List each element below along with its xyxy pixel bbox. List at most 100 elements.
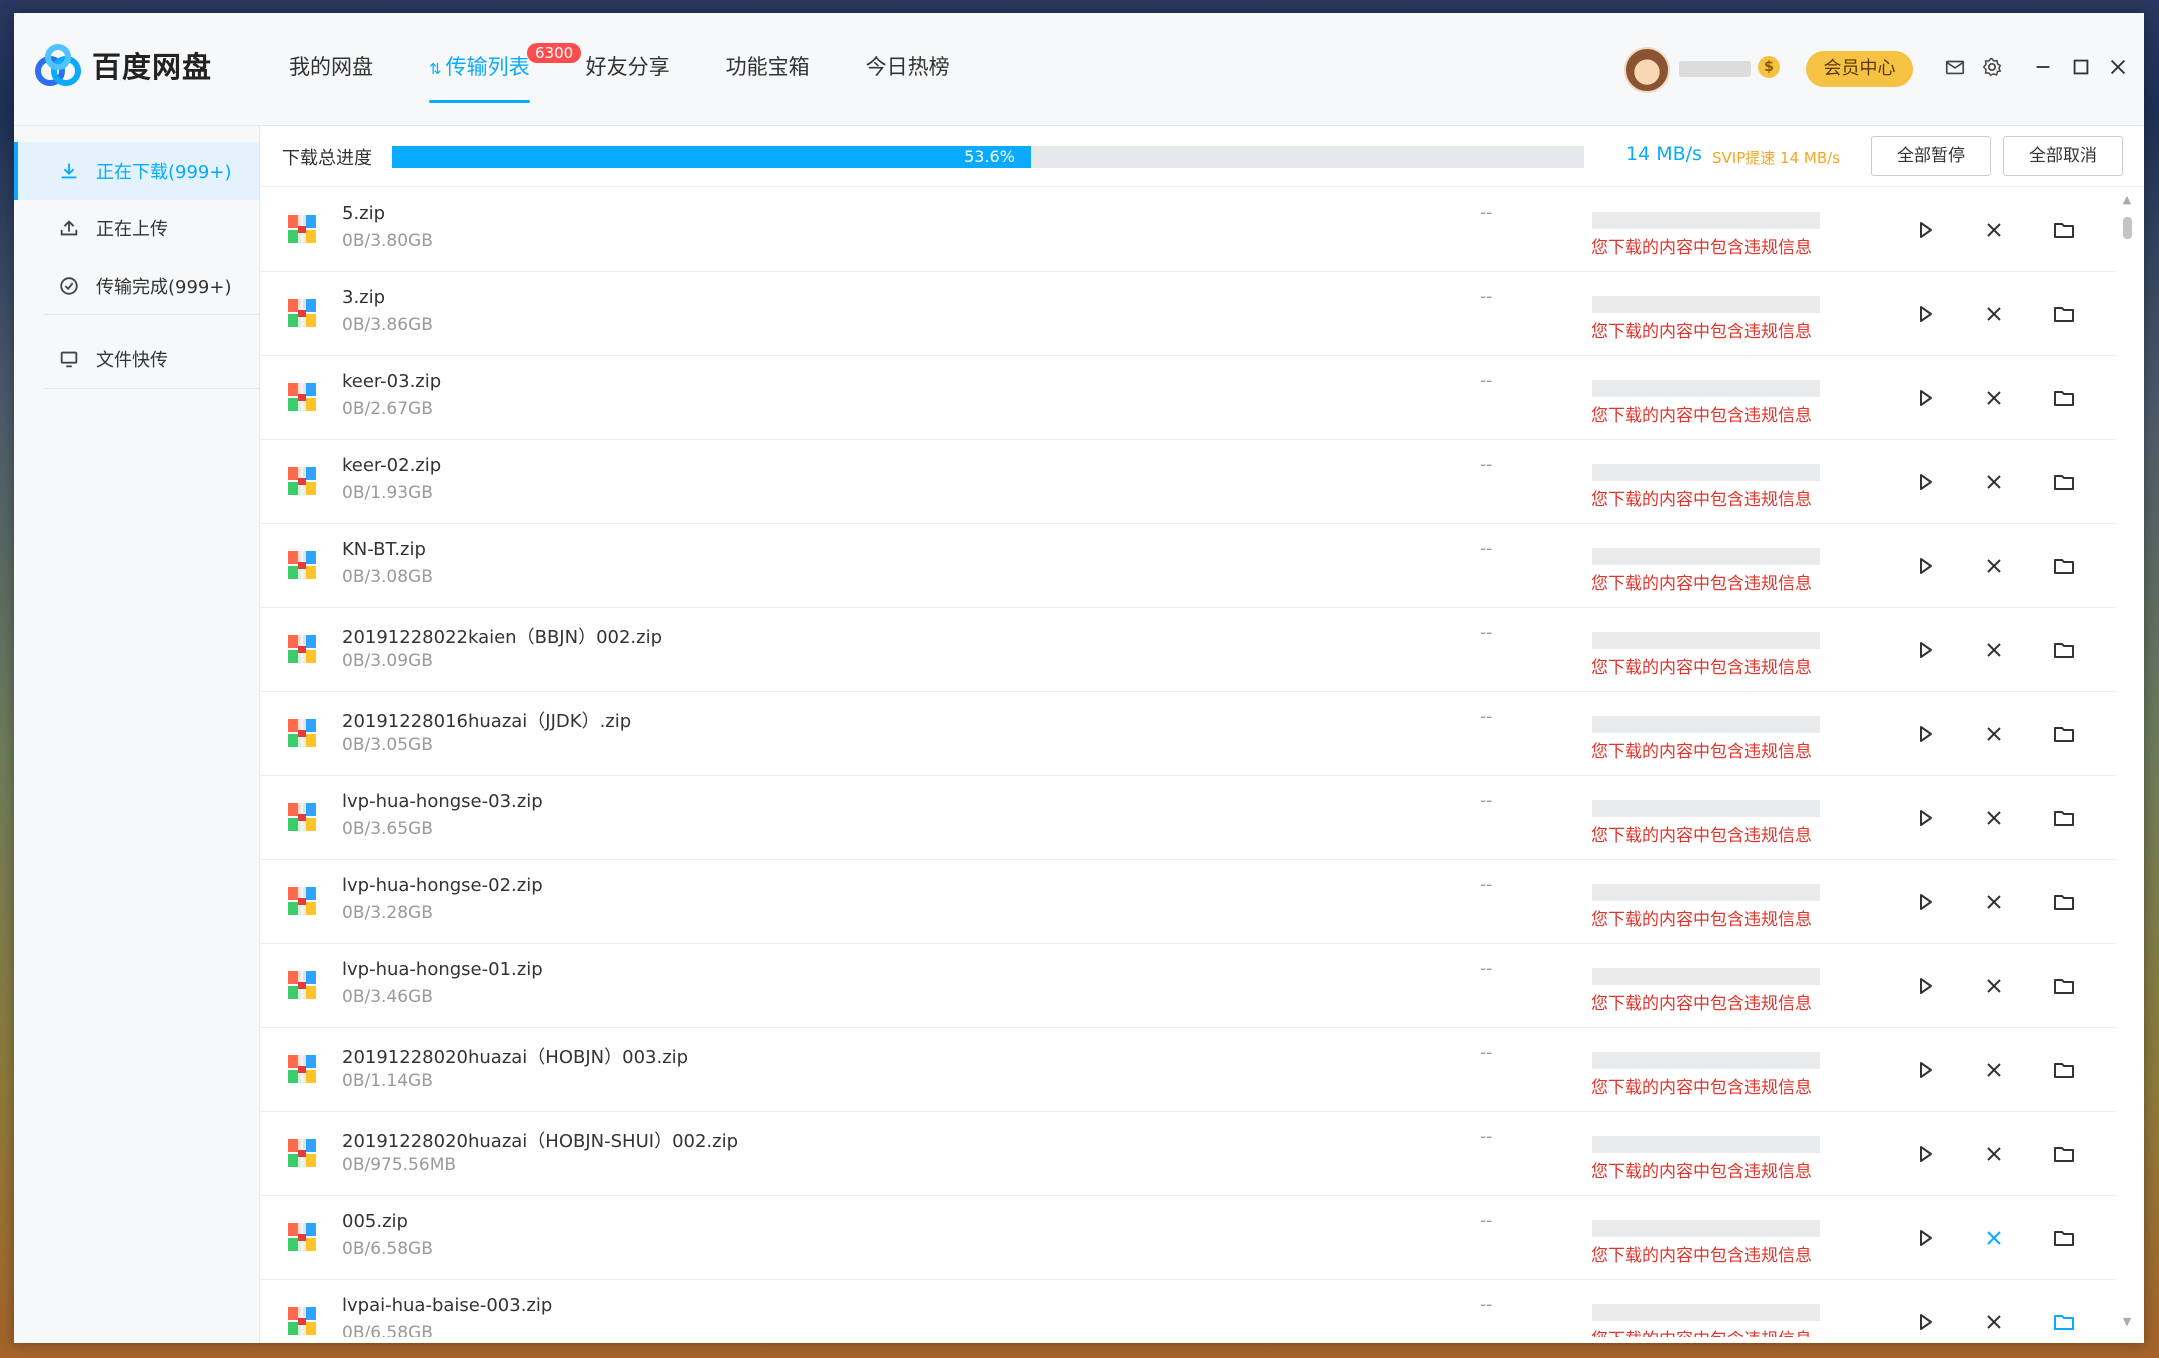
download-icon bbox=[56, 158, 82, 184]
open-folder-icon[interactable] bbox=[2049, 1307, 2079, 1337]
zip-file-icon bbox=[286, 213, 318, 245]
open-folder-icon[interactable] bbox=[2049, 383, 2079, 413]
cancel-x-icon[interactable] bbox=[1979, 1307, 2009, 1337]
remaining-time: -- bbox=[1480, 287, 1493, 307]
remaining-time: -- bbox=[1480, 455, 1493, 475]
cancel-x-icon[interactable] bbox=[1979, 803, 2009, 833]
resume-play-icon[interactable] bbox=[1910, 467, 1940, 497]
resume-play-icon[interactable] bbox=[1910, 215, 1940, 245]
download-row[interactable]: keer-03.zip 0B/2.67GB -- 您下载的内容中包含违规信息 bbox=[260, 355, 2116, 440]
cancel-all-button[interactable]: 全部取消 bbox=[2003, 136, 2123, 176]
mail-icon[interactable] bbox=[1941, 53, 1969, 81]
cancel-x-icon[interactable] bbox=[1979, 1139, 2009, 1169]
sidebar-item-0[interactable]: 正在下载(999+) bbox=[14, 142, 259, 200]
resume-play-icon[interactable] bbox=[1910, 803, 1940, 833]
open-folder-icon[interactable] bbox=[2049, 215, 2079, 245]
cancel-x-icon[interactable] bbox=[1979, 551, 2009, 581]
open-folder-icon[interactable] bbox=[2049, 467, 2079, 497]
resume-play-icon[interactable] bbox=[1910, 719, 1940, 749]
open-folder-icon[interactable] bbox=[2049, 803, 2079, 833]
nav-tab-3[interactable]: 功能宝箱 bbox=[726, 13, 810, 125]
file-progress-bar bbox=[1592, 1220, 1820, 1237]
download-row[interactable]: 5.zip 0B/3.80GB -- 您下载的内容中包含违规信息 bbox=[260, 187, 2116, 272]
download-row[interactable]: 005.zip 0B/6.58GB -- 您下载的内容中包含违规信息 bbox=[260, 1195, 2116, 1280]
list-scrollbar[interactable]: ▲ ▼ bbox=[2116, 187, 2138, 1337]
zip-file-icon bbox=[286, 381, 318, 413]
download-row[interactable]: keer-02.zip 0B/1.93GB -- 您下载的内容中包含违规信息 bbox=[260, 439, 2116, 524]
resume-play-icon[interactable] bbox=[1910, 1307, 1940, 1337]
scroll-up-icon[interactable]: ▲ bbox=[2120, 193, 2134, 207]
open-folder-icon[interactable] bbox=[2049, 635, 2079, 665]
resume-play-icon[interactable] bbox=[1910, 971, 1940, 1001]
cancel-x-icon[interactable] bbox=[1979, 383, 2009, 413]
download-row[interactable]: 3.zip 0B/3.86GB -- 您下载的内容中包含违规信息 bbox=[260, 271, 2116, 356]
resume-play-icon[interactable] bbox=[1910, 635, 1940, 665]
download-row[interactable]: lvpai-hua-baise-003.zip 0B/6.58GB -- 您下载的内容… bbox=[260, 1279, 2116, 1337]
download-row[interactable]: lvp-hua-hongse-02.zip 0B/3.28GB -- 您下载的内容中包… bbox=[260, 859, 2116, 944]
cancel-x-icon[interactable] bbox=[1979, 299, 2009, 329]
username-redacted[interactable] bbox=[1679, 61, 1751, 77]
download-row[interactable]: lvp-hua-hongse-01.zip 0B/3.46GB -- 您下载的内容中包… bbox=[260, 943, 2116, 1028]
cancel-x-icon[interactable] bbox=[1979, 215, 2009, 245]
file-name: 3.zip bbox=[342, 287, 386, 308]
close-window-icon[interactable] bbox=[2104, 53, 2132, 81]
open-folder-icon[interactable] bbox=[2049, 1223, 2079, 1253]
open-folder-icon[interactable] bbox=[2049, 1139, 2079, 1169]
resume-play-icon[interactable] bbox=[1910, 1055, 1940, 1085]
vip-center-button[interactable]: 会员中心 bbox=[1806, 51, 1913, 87]
sidebar-item-1[interactable]: 正在上传 bbox=[14, 199, 259, 257]
resume-play-icon[interactable] bbox=[1910, 1223, 1940, 1253]
svip-speed[interactable]: SVIP提速 14 MB/s bbox=[1712, 147, 1840, 168]
zip-file-icon bbox=[286, 1305, 318, 1337]
file-size: 0B/3.08GB bbox=[342, 567, 433, 587]
app-window: 百度网盘 我的网盘 ⇅ 传输列表 6300 好友分享 功能宝箱 今日热榜 $ 会员中心 正在… bbox=[14, 13, 2144, 1343]
open-folder-icon[interactable] bbox=[2049, 1055, 2079, 1085]
cancel-x-icon[interactable] bbox=[1979, 719, 2009, 749]
resume-play-icon[interactable] bbox=[1910, 887, 1940, 917]
file-progress-bar bbox=[1592, 1304, 1820, 1321]
scroll-down-icon[interactable]: ▼ bbox=[2120, 1315, 2134, 1329]
minimize-icon[interactable] bbox=[2029, 53, 2057, 81]
resume-play-icon[interactable] bbox=[1910, 551, 1940, 581]
resume-play-icon[interactable] bbox=[1910, 1139, 1940, 1169]
cancel-x-icon[interactable] bbox=[1979, 887, 2009, 917]
settings-gear-icon[interactable] bbox=[1978, 53, 2006, 81]
cancel-x-icon[interactable] bbox=[1979, 635, 2009, 665]
coin-icon[interactable]: $ bbox=[1758, 56, 1780, 78]
download-row[interactable]: KN-BT.zip 0B/3.08GB -- 您下载的内容中包含违规信息 bbox=[260, 523, 2116, 608]
open-folder-icon[interactable] bbox=[2049, 299, 2079, 329]
file-name: lvp-hua-hongse-03.zip bbox=[342, 791, 543, 812]
scrollbar-thumb[interactable] bbox=[2123, 217, 2132, 239]
download-row[interactable]: 20191228020huazai（HOBJN-SHUI）002.zip 0B/9… bbox=[260, 1111, 2116, 1196]
total-progress-percent: 53.6% bbox=[964, 147, 1015, 166]
download-row[interactable]: lvp-hua-hongse-03.zip 0B/3.65GB -- 您下载的内容中包… bbox=[260, 775, 2116, 860]
monitor-icon bbox=[56, 346, 82, 372]
resume-play-icon[interactable] bbox=[1910, 299, 1940, 329]
resume-play-icon[interactable] bbox=[1910, 383, 1940, 413]
download-row[interactable]: 20191228022kaien（BBJN）002.zip 0B/3.09GB --… bbox=[260, 607, 2116, 692]
cancel-x-icon[interactable] bbox=[1979, 1223, 2009, 1253]
open-folder-icon[interactable] bbox=[2049, 971, 2079, 1001]
nav-tab-label: 我的网盘 bbox=[289, 55, 373, 79]
open-folder-icon[interactable] bbox=[2049, 719, 2079, 749]
violation-warning: 您下载的内容中包含违规信息 bbox=[1591, 826, 1812, 846]
maximize-icon[interactable] bbox=[2067, 53, 2095, 81]
user-avatar[interactable] bbox=[1624, 47, 1670, 93]
nav-tab-2[interactable]: 好友分享 bbox=[586, 13, 670, 125]
open-folder-icon[interactable] bbox=[2049, 887, 2079, 917]
sidebar-item-2[interactable]: 传输完成(999+) bbox=[14, 257, 259, 315]
open-folder-icon[interactable] bbox=[2049, 551, 2079, 581]
cancel-x-icon[interactable] bbox=[1979, 467, 2009, 497]
cancel-x-icon[interactable] bbox=[1979, 1055, 2009, 1085]
nav-tab-4[interactable]: 今日热榜 bbox=[866, 13, 950, 125]
file-progress-bar bbox=[1592, 1136, 1820, 1153]
download-row[interactable]: 20191228016huazai（JJDK）.zip 0B/3.05GB -- 您下… bbox=[260, 691, 2116, 776]
sidebar-item-label: 正在上传 bbox=[96, 219, 168, 240]
file-name: keer-03.zip bbox=[342, 371, 442, 392]
pause-all-button[interactable]: 全部暂停 bbox=[1871, 136, 1991, 176]
sidebar-item-3[interactable]: 文件快传 bbox=[14, 330, 259, 388]
download-row[interactable]: 20191228020huazai（HOBJN）003.zip 0B/1.14GB… bbox=[260, 1027, 2116, 1112]
cancel-x-icon[interactable] bbox=[1979, 971, 2009, 1001]
nav-tab-1[interactable]: ⇅ 传输列表 6300 bbox=[429, 13, 582, 125]
nav-tab-0[interactable]: 我的网盘 bbox=[289, 13, 373, 125]
